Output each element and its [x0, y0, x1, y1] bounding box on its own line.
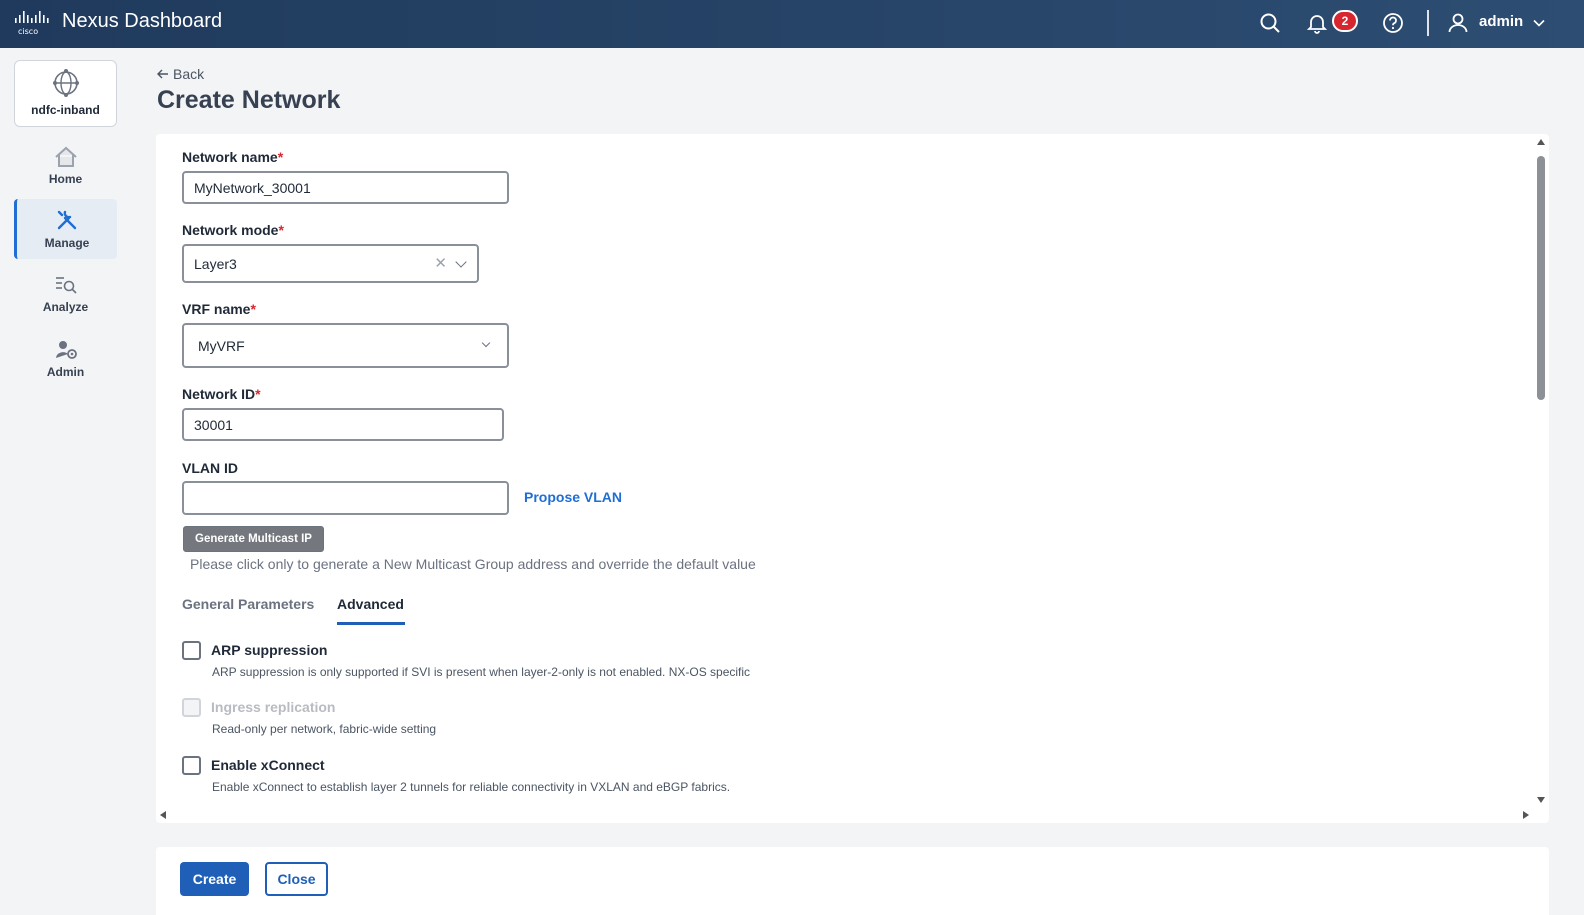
scroll-left-arrow[interactable] [160, 811, 166, 819]
generate-multicast-button[interactable]: Generate Multicast IP [183, 526, 324, 552]
back-link[interactable]: Back [157, 66, 204, 82]
propose-vlan-link[interactable]: Propose VLAN [524, 489, 622, 505]
enable-xconnect-checkbox[interactable] [182, 756, 201, 775]
notification-badge[interactable]: 2 [1332, 10, 1358, 32]
clear-icon[interactable]: ✕ [434, 254, 447, 272]
top-bar: cisco Nexus Dashboard 2 admin [0, 0, 1584, 48]
nav-manage[interactable]: Manage [14, 199, 117, 259]
sidebar: ndfc-inband Home Manage Analyze Admin [0, 48, 132, 915]
app-title: Nexus Dashboard [62, 10, 223, 32]
user-name[interactable]: admin [1479, 13, 1523, 30]
admin-icon [55, 341, 77, 359]
network-mode-value: Layer3 [194, 255, 237, 272]
cisco-logo: cisco [15, 11, 49, 36]
nav-analyze[interactable]: Analyze [14, 264, 117, 324]
network-mode-label: Network mode* [182, 222, 284, 238]
form-panel: Network name* MyNetwork_30001 Network mo… [156, 134, 1549, 823]
network-id-label: Network ID* [182, 386, 261, 402]
scroll-down-arrow[interactable] [1537, 797, 1545, 803]
vertical-scrollbar[interactable] [1537, 156, 1545, 400]
help-icon[interactable] [1380, 10, 1406, 36]
globe-icon [52, 69, 79, 97]
arp-suppression-description: ARP suppression is only supported if SVI… [212, 665, 751, 679]
arrow-left-icon [157, 69, 168, 79]
home-icon [54, 146, 77, 167]
arp-suppression-checkbox[interactable] [182, 641, 201, 660]
search-icon[interactable] [1257, 10, 1283, 36]
nav-manage-label: Manage [44, 236, 90, 250]
scroll-right-arrow[interactable] [1523, 811, 1529, 819]
ingress-replication-checkbox [182, 698, 201, 717]
site-selector[interactable]: ndfc-inband [14, 60, 117, 127]
ingress-replication-description: Read-only per network, fabric-wide setti… [212, 722, 437, 736]
close-button[interactable]: Close [265, 862, 328, 896]
back-label: Back [173, 66, 205, 82]
site-name: ndfc-inband [31, 103, 100, 117]
create-button[interactable]: Create [180, 862, 249, 896]
analyze-icon [55, 277, 77, 294]
network-mode-select[interactable]: Layer3 ✕ [182, 244, 479, 283]
form-footer: Create Close [156, 847, 1549, 915]
generate-multicast-hint: Please click only to generate a New Mult… [190, 556, 756, 572]
topbar-divider [1427, 10, 1429, 36]
scroll-up-arrow[interactable] [1537, 139, 1545, 145]
chevron-down-icon[interactable] [481, 338, 491, 348]
chevron-down-icon[interactable] [1526, 10, 1552, 36]
nav-analyze-label: Analyze [42, 300, 89, 314]
page-title: Create Network [157, 86, 341, 114]
vrf-name-select[interactable]: MyVRF [182, 323, 509, 368]
arp-suppression-label: ARP suppression [211, 642, 328, 658]
tab-general-parameters[interactable]: General Parameters [182, 596, 314, 612]
network-name-label: Network name* [182, 149, 284, 165]
svg-text:cisco: cisco [18, 27, 38, 36]
enable-xconnect-label: Enable xConnect [211, 757, 325, 773]
vlan-id-input[interactable] [182, 481, 509, 515]
active-tab-indicator [337, 622, 405, 625]
nav-home-label: Home [48, 172, 83, 186]
nav-admin-label: Admin [46, 365, 85, 379]
chevron-down-icon[interactable] [455, 256, 467, 268]
user-icon[interactable] [1445, 10, 1471, 36]
network-name-input[interactable]: MyNetwork_30001 [182, 171, 509, 204]
bell-icon[interactable] [1304, 10, 1330, 36]
vrf-name-value: MyVRF [198, 337, 245, 354]
enable-xconnect-description: Enable xConnect to establish layer 2 tun… [212, 780, 731, 794]
tab-advanced[interactable]: Advanced [337, 596, 404, 612]
nav-admin[interactable]: Admin [14, 329, 117, 389]
wrench-icon [57, 210, 77, 230]
nav-home[interactable]: Home [14, 136, 117, 196]
vlan-id-label: VLAN ID [182, 460, 238, 476]
network-id-input[interactable]: 30001 [182, 408, 504, 441]
ingress-replication-label: Ingress replication [211, 699, 336, 715]
vrf-name-label: VRF name* [182, 301, 256, 317]
